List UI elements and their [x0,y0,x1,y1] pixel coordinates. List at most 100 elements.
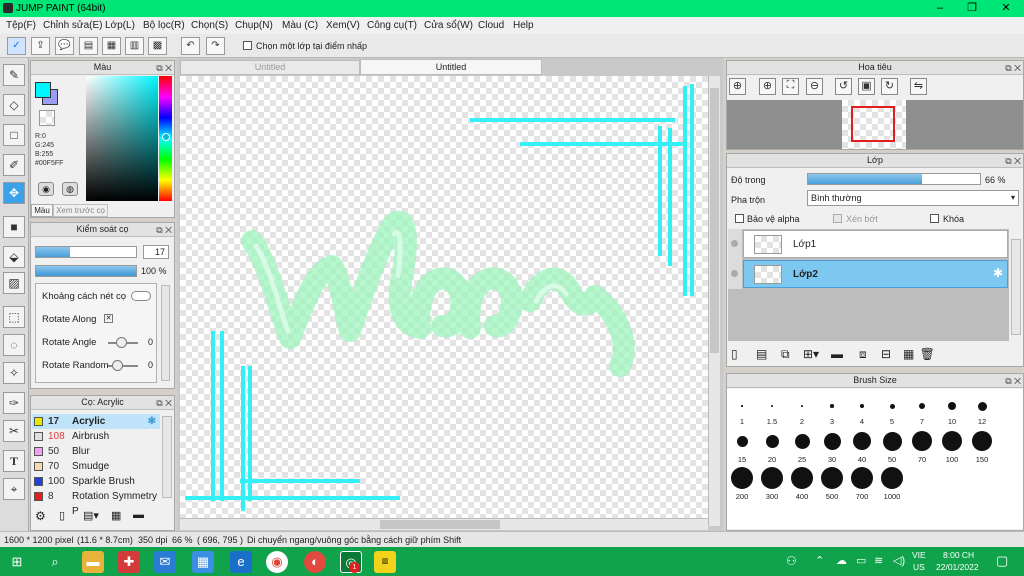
clip-checkbox[interactable] [833,214,842,223]
fit-window-icon[interactable]: ⛶ [782,78,799,95]
panel-controls-icon[interactable]: ⧉ ✕ [1005,62,1021,75]
brush-opacity-slider[interactable] [35,265,137,277]
jump-paint-icon[interactable]: ▥ [374,551,396,573]
brush-size-dot[interactable] [765,434,779,448]
clock-date[interactable]: 22/01/2022 [936,562,979,572]
brush-size-dot[interactable] [853,432,871,450]
wifi-icon[interactable]: ≋ [874,554,883,567]
move-tool-icon[interactable]: ✥ [3,182,25,204]
brush-size-dot[interactable] [794,433,810,449]
brush-menu-icon[interactable]: ▤▾ [83,509,99,522]
people-icon[interactable]: ⚇ [786,554,797,568]
brush-preview-tab[interactable]: Xem trước cọ [53,204,108,217]
eyedropper-icon[interactable]: ◍ [62,182,78,196]
brush-folder-icon[interactable]: ▬ [133,509,144,521]
add-layer-dropdown-icon[interactable]: ⊞▾ [803,347,819,361]
chevron-up-icon[interactable]: ⌃ [815,554,824,567]
gift-icon[interactable]: ✚ [118,551,140,573]
tab-untitled-1[interactable]: Untitled [180,60,360,75]
palette-icon[interactable]: ◉ [38,182,54,196]
brush-size-dot[interactable] [860,404,864,408]
check-icon[interactable]: ✓ [7,37,26,55]
eraser-tool-icon[interactable]: ◇ [3,94,25,116]
close-button[interactable]: ✕ [990,0,1022,17]
color-tab[interactable]: Màu [31,204,53,217]
rectangle-tool-icon[interactable]: □ [3,124,25,146]
brush-tool-icon[interactable]: ✎ [3,64,25,86]
select-eraser-tool-icon[interactable]: ✂ [3,420,25,442]
horizontal-scroll-thumb[interactable] [380,520,500,529]
undo-icon[interactable]: ↶ [181,37,200,55]
brush-options-scrollbar[interactable] [161,285,170,381]
fill-rect-tool-icon[interactable]: ■ [3,216,25,238]
brush-list-scrollbar[interactable] [162,416,172,498]
canvas-horizontal-scrollbar[interactable] [180,518,708,530]
menu-capture[interactable]: Chụp(N) [235,20,273,31]
brush-size-dot[interactable] [736,435,748,447]
zoom-out-icon[interactable]: ⊖ [806,78,823,95]
brush-settings-icon[interactable]: ✱ [148,414,156,429]
select-rect-tool-icon[interactable]: ⬚ [3,306,25,328]
panel-controls-icon[interactable]: ⧉ ✕ [1005,155,1021,168]
magic-wand-tool-icon[interactable]: ✧ [3,362,25,384]
panel-controls-icon[interactable]: ⧉ ✕ [1005,375,1021,388]
brush-size-dot[interactable] [771,405,773,407]
edge-icon[interactable]: e [230,551,252,573]
menu-tools[interactable]: Công cụ(T) [367,20,417,31]
duplicate-icon[interactable]: ⊟ [881,347,891,361]
battery-icon[interactable]: ▭ [856,554,866,567]
layer-row-selected[interactable]: Lớp2 ✱ [743,260,1008,288]
brush-size-dot[interactable] [741,405,743,407]
layer-settings-icon[interactable]: ✱ [993,266,1003,280]
saturation-value-picker[interactable] [86,76,158,201]
chrome-icon[interactable]: ◉ [266,551,288,573]
document-icon[interactable]: ▥ [125,37,144,55]
brush-list-item[interactable]: 70 Smudge [32,459,160,474]
grid-icon[interactable]: ▩ [148,37,167,55]
windows-start-icon[interactable]: ⊞ [6,551,28,573]
input-region[interactable]: US [913,562,925,572]
page-icon[interactable]: ▦ [102,37,121,55]
new-brush-icon[interactable]: ▯ [59,509,65,522]
comment-icon[interactable]: ▤ [79,37,98,55]
brush-size-value[interactable]: 17 [143,245,169,259]
lasso-tool-icon[interactable]: ◌ [3,334,25,356]
search-icon[interactable]: ⌕ [44,551,66,573]
spacing-toggle[interactable] [131,291,151,301]
foreground-color-swatch[interactable] [35,82,51,98]
brush-list-item[interactable]: 8 Rotation Symmetry P [32,489,160,517]
cloud-icon[interactable]: ☁ [836,554,847,567]
brush-size-dot[interactable] [821,467,843,489]
mail-icon[interactable]: ✉ [154,551,176,573]
brush-list-item[interactable]: 108 Airbrush [32,429,160,444]
brush-size-slider[interactable] [35,246,137,258]
panel-controls-icon[interactable]: ⧉ ✕ [156,397,172,410]
navigator-view[interactable] [727,100,1023,149]
layer-visibility-icon[interactable] [731,240,738,247]
brush-size-dot[interactable] [972,431,992,451]
eyedropper-tool-icon[interactable]: ⌖ [3,478,25,500]
blend-mode-select[interactable]: Bình thường ▾ [807,190,1019,206]
brush-size-dot[interactable] [919,403,925,409]
brush-list-item[interactable]: 50 Blur [32,444,160,459]
navigator-viewport-frame[interactable] [851,106,895,142]
gradient-tool-icon[interactable]: ▨ [3,272,25,294]
minimize-button[interactable]: – [924,0,956,17]
hue-slider-handle[interactable] [162,133,170,141]
volume-icon[interactable]: ◁) [893,554,905,567]
brush-size-dot[interactable] [851,467,873,489]
brush-size-dot[interactable] [791,467,813,489]
brush-size-dot[interactable] [889,403,895,409]
layer-visibility-icon[interactable] [731,270,738,277]
transparent-swatch[interactable] [39,110,55,126]
flip-icon[interactable]: ⇋ [910,78,927,95]
brush-size-dot[interactable] [731,467,753,489]
vertical-scroll-thumb[interactable] [710,88,719,353]
brush-list-item-selected[interactable]: 17 Acrylic ✱ [32,414,160,429]
new-layer-menu-icon[interactable]: ▤ [756,347,767,361]
bucket-tool-icon[interactable]: ⬙ [3,246,25,268]
pen-tool-icon[interactable]: ✐ [3,154,25,176]
text-tool-icon[interactable]: T [3,450,25,472]
tab-untitled-2[interactable]: Untitled [360,59,542,75]
canvas-vertical-scrollbar[interactable] [708,76,720,526]
